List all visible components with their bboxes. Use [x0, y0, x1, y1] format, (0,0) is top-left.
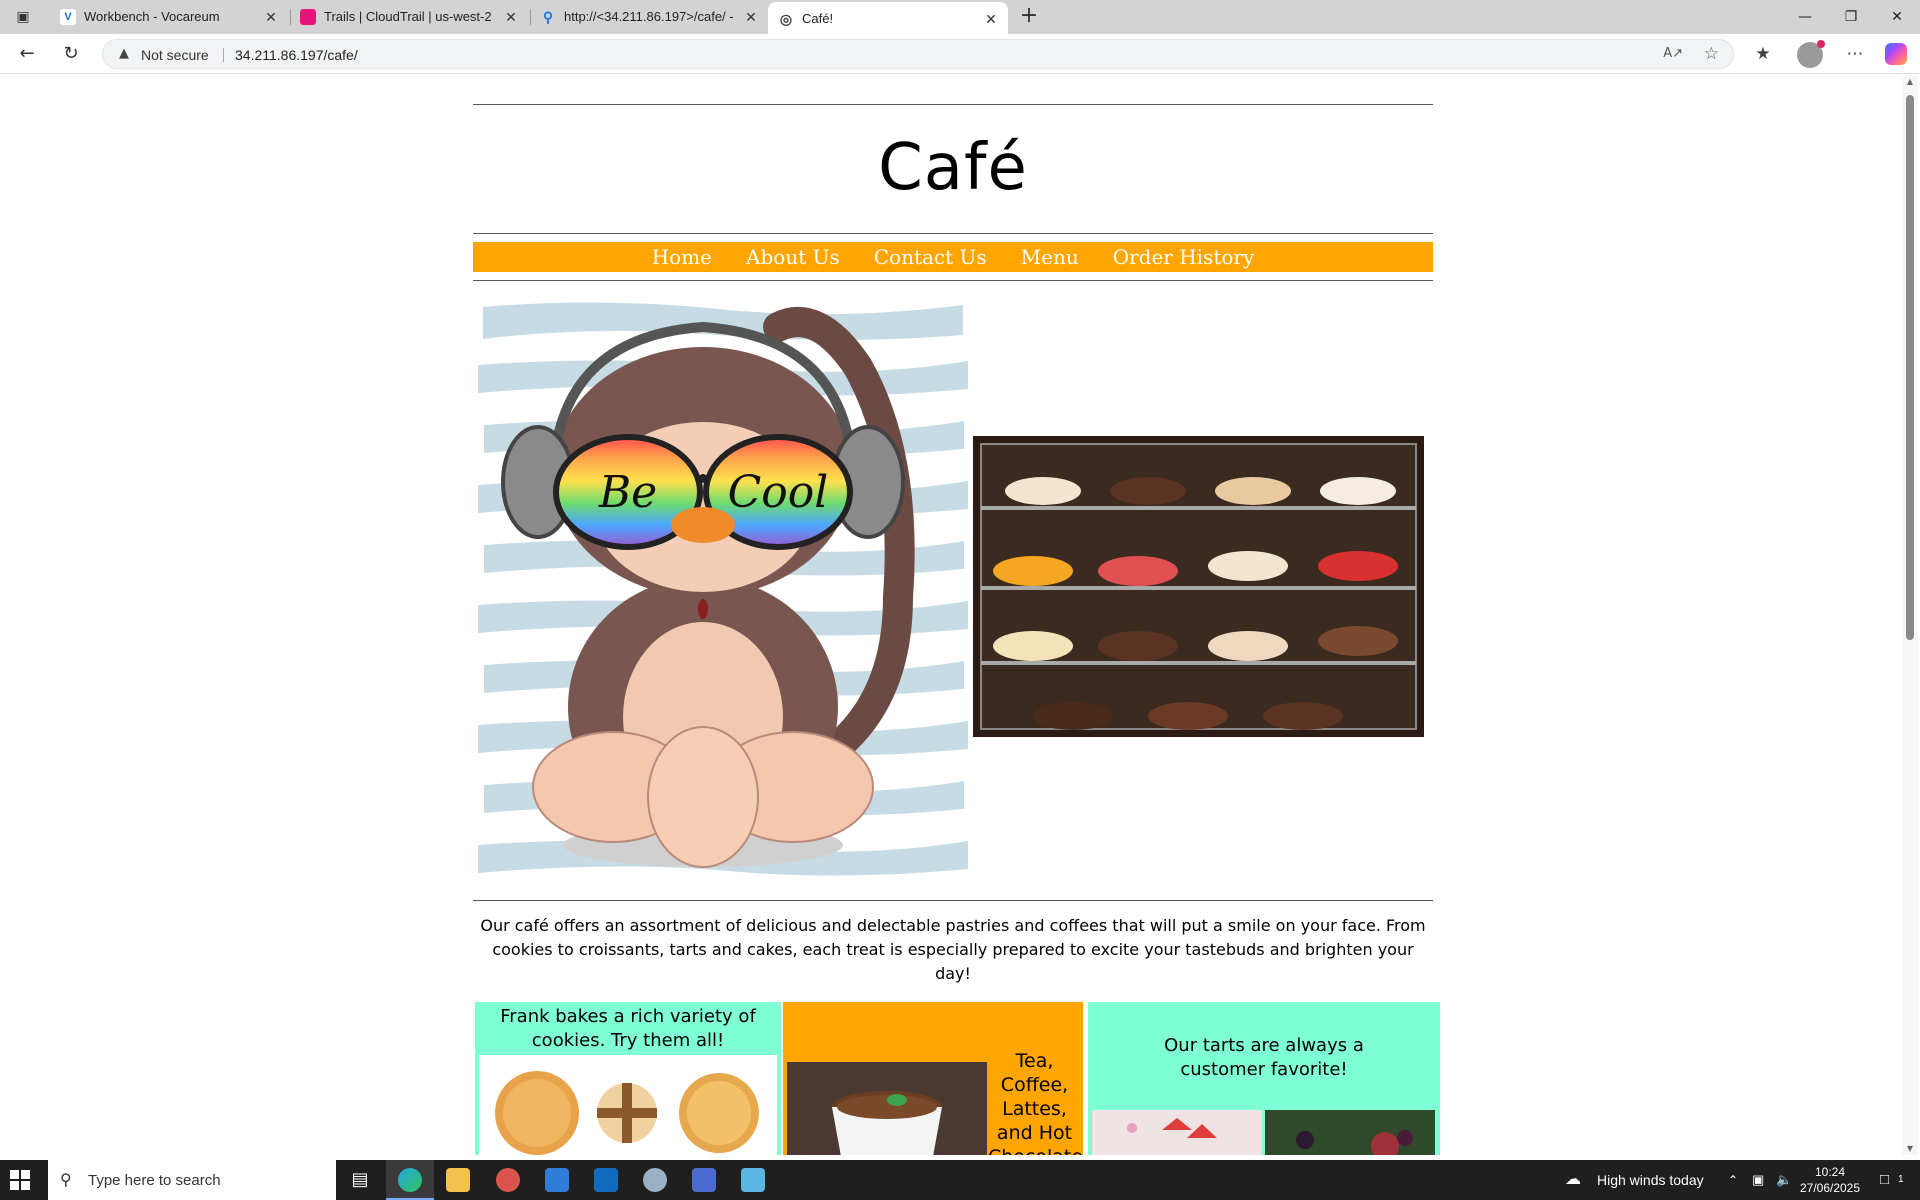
tab-cafe[interactable]: ◎ Café! ✕	[768, 2, 1008, 34]
globe-icon: ◎	[779, 11, 793, 27]
tarts-card: Our tarts are always a customer favorite…	[1088, 1002, 1440, 1155]
scroll-up-icon[interactable]: ▲	[1902, 77, 1918, 86]
cookies-svg	[495, 1071, 759, 1155]
close-tab-icon[interactable]: ✕	[262, 8, 280, 26]
browser-toolbar: ← ↻ ▲ Not secure 34.211.86.197/cafe/ A↗ …	[0, 34, 1920, 74]
app-icon[interactable]	[631, 1160, 679, 1200]
scroll-down-icon[interactable]: ▼	[1902, 1144, 1918, 1153]
url-text[interactable]: 34.211.86.197/cafe/	[235, 47, 358, 63]
outlook-icon[interactable]	[582, 1160, 630, 1200]
nav-contact-us[interactable]: Contact Us	[874, 242, 987, 272]
tray-overflow-icon[interactable]: ⌃	[1728, 1160, 1738, 1200]
minimize-button[interactable]: —	[1782, 0, 1828, 34]
copilot-icon[interactable]	[1885, 43, 1907, 65]
search-icon: ⚲	[60, 1170, 72, 1189]
tab-actions-icon[interactable]: ▣	[10, 6, 36, 28]
app-icon[interactable]	[484, 1160, 532, 1200]
close-tab-icon[interactable]: ✕	[982, 10, 1000, 28]
svg-text:Be: Be	[598, 467, 657, 518]
taskbar-search-placeholder: Type here to search	[88, 1172, 221, 1189]
vocareum-icon: V	[60, 9, 76, 25]
nav-about-us[interactable]: About Us	[746, 242, 840, 272]
task-view-icon[interactable]: ▤	[336, 1160, 384, 1200]
scroll-thumb[interactable]	[1906, 95, 1914, 640]
tab-title: Trails | CloudTrail | us-west-2	[324, 9, 492, 24]
network-icon[interactable]: ▣	[1752, 1160, 1764, 1200]
warning-icon: ▲	[119, 46, 129, 61]
nav-bottom-rule	[473, 280, 1433, 281]
tab-title: Café!	[802, 11, 834, 26]
nav-home[interactable]: Home	[652, 242, 712, 272]
drinks-card: Tea, Coffee, Lattes, and Hot Chocolate	[783, 1002, 1083, 1155]
close-tab-icon[interactable]: ✕	[742, 8, 760, 26]
profile-avatar[interactable]	[1797, 40, 1825, 68]
close-window-button[interactable]: ✕	[1874, 0, 1920, 34]
hot-chocolate-svg	[787, 1062, 987, 1155]
svg-text:Cool: Cool	[728, 467, 829, 518]
favorites-icon[interactable]: ★	[1750, 42, 1776, 66]
header-top-rule	[473, 104, 1433, 105]
store-icon[interactable]	[533, 1160, 581, 1200]
cookies-photo	[479, 1055, 777, 1155]
restore-button[interactable]: ❐	[1828, 0, 1874, 34]
notifications-icon[interactable]: □	[1880, 1160, 1889, 1200]
content-rule	[473, 900, 1433, 901]
address-bar[interactable]: ▲ Not secure 34.211.86.197/cafe/ A↗ ☆	[102, 39, 1734, 69]
refresh-icon[interactable]: ↻	[58, 42, 84, 66]
windows-start-icon[interactable]	[10, 1170, 30, 1190]
page-scrollbar[interactable]: ▲ ▼	[1902, 75, 1918, 1155]
hot-chocolate-photo	[787, 1062, 987, 1155]
notification-count: 1	[1898, 1174, 1904, 1185]
page-viewport: Café Home About Us Contact Us Menu Order His…	[4, 75, 1902, 1155]
more-options-icon[interactable]: ⋯	[1842, 42, 1868, 66]
taskbar-clock[interactable]: 10:24 27/06/2025	[1790, 1164, 1870, 1196]
tab-workbench[interactable]: V Workbench - Vocareum ✕	[50, 0, 288, 34]
cake-display-photo	[973, 436, 1424, 737]
monkey-illustration: Be Cool	[478, 297, 968, 882]
strawberry-tart-svg	[1092, 1110, 1262, 1155]
weather-icon[interactable]: ☁	[1565, 1160, 1581, 1200]
security-label[interactable]: Not secure	[141, 47, 209, 63]
remote-desktop-icon[interactable]	[680, 1160, 728, 1200]
search-icon: ⚲	[542, 9, 554, 25]
taskbar-search-box[interactable]: ⚲ Type here to search	[48, 1160, 336, 1200]
tab-title: http://<34.211.86.197>/cafe/ - Se	[564, 9, 738, 24]
tarts-card-text: Our tarts are always a customer favorite…	[1164, 1035, 1364, 1080]
berry-tart-svg	[1265, 1110, 1435, 1155]
new-tab-button[interactable]: +	[1016, 5, 1042, 29]
read-aloud-icon[interactable]: A↗	[1663, 46, 1683, 61]
header-bottom-rule	[473, 233, 1433, 234]
url-separator	[223, 48, 224, 62]
intro-paragraph: Our café offers an assortment of delicio…	[480, 916, 1426, 983]
file-explorer-icon[interactable]	[434, 1160, 482, 1200]
clock-time: 10:24	[1814, 1165, 1846, 1179]
cookies-card: Frank bakes a rich variety of cookies. T…	[475, 1002, 781, 1155]
browser-tab-bar: ▣ V Workbench - Vocareum ✕ Trails | Clou…	[0, 0, 1920, 34]
monkey-svg: Be Cool	[478, 302, 968, 876]
edge-browser-icon[interactable]	[386, 1160, 434, 1200]
clock-date: 27/06/2025	[1799, 1181, 1861, 1195]
windows-taskbar: ⚲ Type here to search ▤ ☁ High winds tod…	[0, 1160, 1920, 1200]
tab-cloudtrail[interactable]: Trails | CloudTrail | us-west-2 ✕	[290, 0, 528, 34]
favorite-star-icon[interactable]: ☆	[1704, 44, 1719, 64]
cake-display-svg	[973, 436, 1424, 737]
app-icon[interactable]	[729, 1160, 777, 1200]
berry-tart-photo	[1265, 1110, 1435, 1155]
main-nav: Home About Us Contact Us Menu Order History	[473, 242, 1433, 272]
strawberry-tart-photo	[1092, 1110, 1262, 1155]
tab-title: Workbench - Vocareum	[84, 9, 220, 24]
weather-text[interactable]: High winds today	[1597, 1160, 1704, 1200]
drinks-card-text: Tea, Coffee, Lattes, and Hot Chocolate	[988, 1050, 1083, 1155]
nav-menu[interactable]: Menu	[1021, 242, 1079, 272]
cloudtrail-icon	[300, 9, 316, 25]
cookies-card-text: Frank bakes a rich variety of cookies. T…	[500, 1006, 756, 1051]
back-icon[interactable]: ←	[14, 42, 40, 66]
nav-order-history[interactable]: Order History	[1113, 242, 1255, 272]
tab-search[interactable]: ⚲ http://<34.211.86.197>/cafe/ - Se ✕	[530, 0, 768, 34]
close-tab-icon[interactable]: ✕	[502, 8, 520, 26]
site-title: Café	[878, 131, 1028, 205]
